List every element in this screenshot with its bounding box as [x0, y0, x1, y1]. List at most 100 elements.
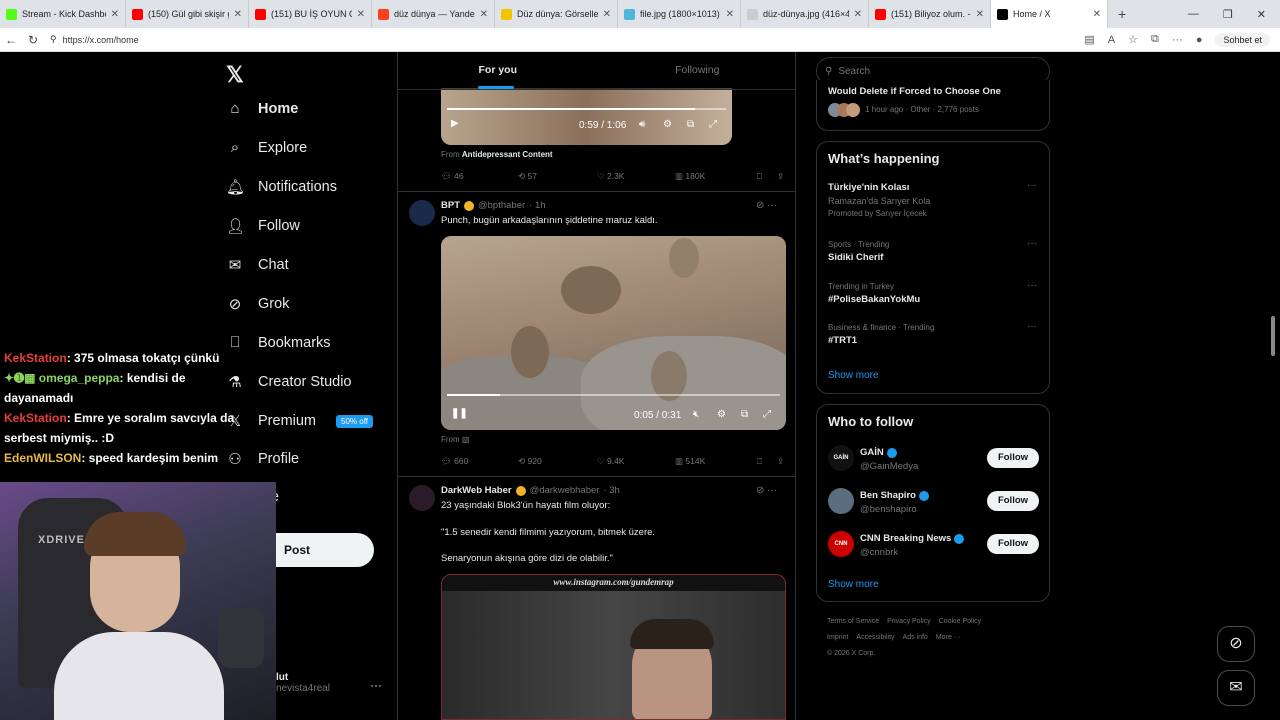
tweet-more-icon[interactable]: ⊘ ··· [756, 200, 777, 211]
avatar[interactable] [409, 200, 435, 226]
avatar[interactable]: CNN [828, 531, 854, 557]
trend-more-icon[interactable]: ··· [1027, 321, 1037, 332]
tweet-time[interactable]: · 1h [529, 200, 545, 211]
trend-item[interactable]: Trending in Turkey #PoliseBakanYokMu [828, 282, 920, 305]
close-tab-icon[interactable]: ✕ [726, 9, 734, 20]
browser-tab[interactable]: düz-dünya.jpg (416×416) ✕ [741, 0, 869, 28]
browser-tab[interactable]: Home / X ✕ [991, 0, 1108, 28]
reply-button[interactable]: 💬︎ 660 [441, 456, 518, 467]
suggestion-handle[interactable]: @benshapiro [860, 504, 917, 515]
show-more-link[interactable]: Show more [828, 370, 879, 381]
pause-icon[interactable]: ❚❚ [451, 408, 468, 419]
account-switcher[interactable]: lut nevista4real [276, 672, 330, 694]
author-handle[interactable]: @bpthaber [478, 200, 525, 211]
avatar[interactable] [828, 488, 854, 514]
volume-icon[interactable]: 🔊︎ [639, 119, 645, 130]
reply-button[interactable]: 💬︎ 46 [441, 171, 518, 182]
close-tab-icon[interactable]: ✕ [480, 9, 488, 20]
mute-icon[interactable]: 🔇︎ [693, 409, 699, 420]
url-field[interactable]: ⚲ https://x.com/home [50, 34, 139, 45]
site-info-icon[interactable]: ⚲ [50, 34, 57, 45]
video-settings-icon[interactable]: ⚙ [663, 119, 672, 130]
nav-item-home[interactable]: ⌂ Home [226, 100, 298, 117]
footer-link[interactable]: Terms of Service [827, 618, 879, 625]
browser-tab[interactable]: (151) BU İŞ OYUN OYNAMAK ✕ [249, 0, 372, 28]
follow-button[interactable]: Follow [987, 534, 1039, 554]
close-tab-icon[interactable]: ✕ [357, 9, 365, 20]
footer-link[interactable]: More ··· [936, 634, 961, 641]
like-button[interactable]: ♡ 9.4K [597, 456, 675, 467]
avatar[interactable] [409, 485, 435, 511]
bookmark-icon[interactable]: ⎕ [757, 171, 777, 182]
source-logo-icon[interactable]: ▧ [462, 435, 470, 444]
account-more-icon[interactable]: ··· [370, 678, 382, 692]
tab-following[interactable]: Following [598, 52, 796, 89]
trend-item[interactable]: Sports · Trending Sidiki Cherif [828, 240, 889, 263]
nav-item-notifications[interactable]: 🔔︎ Notifications [226, 178, 337, 196]
bookmark-icon[interactable]: ⎕ [757, 456, 777, 467]
favorite-icon[interactable]: ☆ [1128, 33, 1138, 46]
show-more-link[interactable]: Show more [828, 579, 879, 590]
repost-button[interactable]: ⟲ 920 [518, 456, 597, 467]
close-tab-icon[interactable]: ✕ [976, 9, 984, 20]
suggestion-handle[interactable]: @GainMedya [860, 461, 918, 472]
suggestion-name[interactable]: CNN Breaking News [860, 533, 951, 544]
play-icon[interactable]: ▶ [451, 118, 459, 129]
footer-link[interactable]: Cookie Policy [939, 618, 981, 625]
pip-icon[interactable]: ⧉ [687, 119, 694, 130]
video-player[interactable]: ▶ 0:59 / 1:06 🔊︎ ⚙ ⧉ ⤢ [441, 88, 732, 145]
tab-for-you[interactable]: For you [398, 52, 598, 89]
video-settings-icon[interactable]: ⚙ [717, 409, 726, 420]
trend-item[interactable]: Türkiye'nin Kolası Ramazan'da Sarıyer Kol… [828, 182, 930, 218]
follow-suggestion[interactable]: CNN CNN Breaking News @cnnbrk Follow [828, 531, 1040, 563]
explore-card[interactable]: Would Delete if Forced to Choose One 1 h… [816, 80, 1050, 131]
close-tab-icon[interactable]: ✕ [234, 9, 242, 20]
x-logo-icon[interactable]: 𝕏 [226, 62, 244, 88]
restore-icon[interactable]: ❐ [1223, 8, 1233, 21]
browser-tab[interactable]: file.jpg (1800×1013) ✕ [618, 0, 741, 28]
follow-button[interactable]: Follow [987, 448, 1039, 468]
trend-item[interactable]: Business & finance · Trending #TRT1 [828, 323, 934, 346]
nav-item-explore[interactable]: ⌕ Explore [226, 139, 307, 156]
nav-item-chat[interactable]: ✉ Chat [226, 256, 289, 274]
reader-icon[interactable]: ▤ [1084, 33, 1094, 46]
pip-icon[interactable]: ⧉ [741, 409, 748, 420]
video-player[interactable]: www.instagram.com/gundemrap [441, 574, 786, 720]
suggestion-name[interactable]: Ben Shapiro [860, 490, 916, 501]
trend-more-icon[interactable]: ··· [1027, 280, 1037, 291]
suggestion-handle[interactable]: @cnnbrk [860, 547, 898, 558]
author-name[interactable]: DarkWeb Haber [441, 485, 512, 496]
back-icon[interactable]: ← [0, 33, 22, 47]
close-window-icon[interactable]: ✕ [1257, 8, 1266, 21]
close-tab-icon[interactable]: ✕ [603, 9, 611, 20]
follow-suggestion[interactable]: GAİN GAİN @GainMedya Follow [828, 445, 1040, 477]
tweet-more-icon[interactable]: ⊘ ··· [756, 485, 777, 496]
close-tab-icon[interactable]: ✕ [854, 9, 862, 20]
browser-tab[interactable]: Düz dünya: Görselleri görüntüle ✕ [495, 0, 618, 28]
like-button[interactable]: ♡ 2.3K [597, 171, 675, 182]
copilot-button[interactable]: Sohbet et [1215, 32, 1270, 47]
follow-button[interactable]: Follow [987, 491, 1039, 511]
messages-fab-icon[interactable]: ✉ [1217, 670, 1255, 706]
follow-suggestion[interactable]: Ben Shapiro @benshapiro Follow [828, 488, 1040, 520]
fullscreen-icon[interactable]: ⤢ [709, 119, 717, 130]
browser-tab[interactable]: Stream - Kick Dashboard ✕ [0, 0, 126, 28]
share-icon[interactable]: ⇪ [777, 456, 784, 467]
tweet-time[interactable]: · 3h [603, 485, 619, 496]
trend-more-icon[interactable]: ··· [1027, 180, 1037, 191]
extensions-icon[interactable]: ⧉ [1151, 33, 1159, 46]
reload-icon[interactable]: ↻ [22, 33, 44, 47]
fullscreen-icon[interactable]: ⤢ [763, 409, 771, 420]
views-button[interactable]: ▥ 180K [675, 171, 757, 182]
from-source-link[interactable]: Antidepressant Content [462, 150, 553, 159]
views-button[interactable]: ▥ 514K [675, 456, 757, 467]
translate-icon[interactable]: A [1108, 34, 1115, 46]
browser-tab[interactable]: (150) Gül gibi skişir gidiyor ✕ [126, 0, 249, 28]
footer-link[interactable]: Privacy Policy [887, 618, 931, 625]
grok-fab-icon[interactable]: ⊘ [1217, 626, 1255, 662]
footer-link[interactable]: Accessibility [856, 634, 894, 641]
share-icon[interactable]: ⇪ [777, 171, 784, 182]
scrollbar[interactable] [1270, 54, 1276, 718]
avatar[interactable]: GAİN [828, 445, 854, 471]
settings-more-icon[interactable]: ··· [1172, 34, 1183, 46]
